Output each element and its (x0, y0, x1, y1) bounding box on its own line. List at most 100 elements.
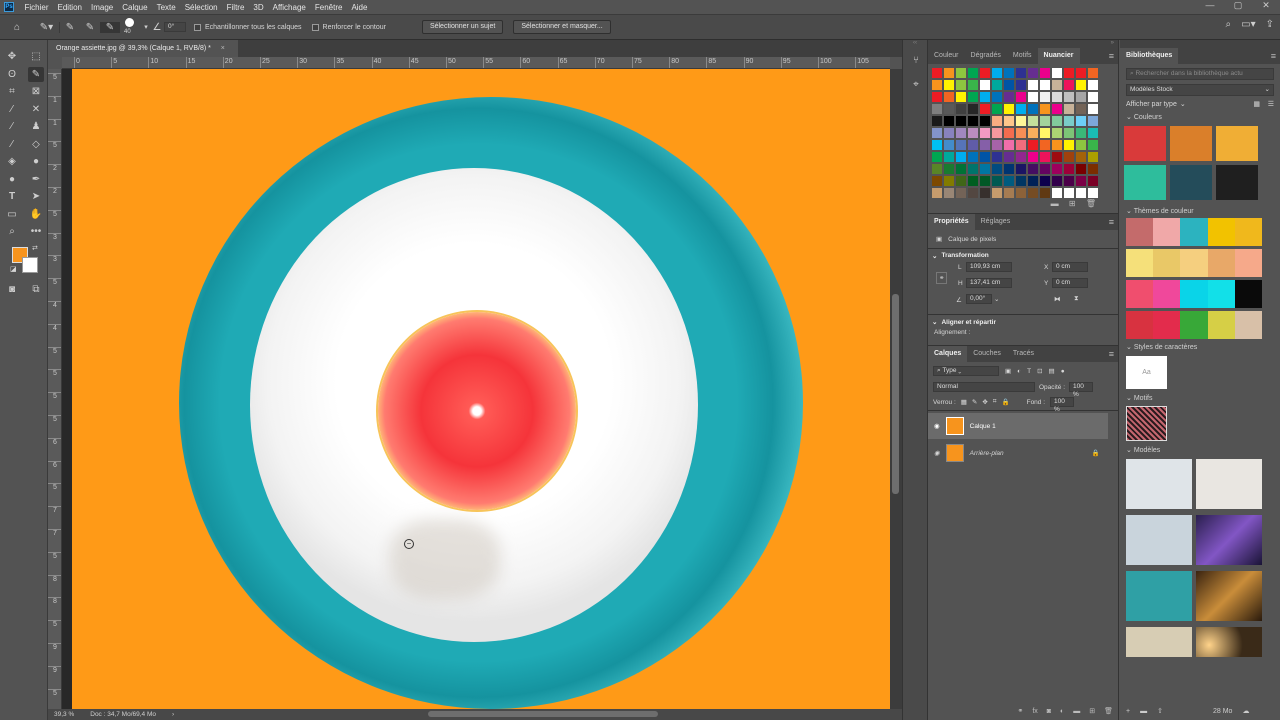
cloud-icon[interactable]: ☁ (1242, 707, 1249, 715)
swatch[interactable] (1004, 164, 1014, 174)
color-theme[interactable] (1126, 311, 1263, 339)
stamp-tool-icon[interactable]: ♟ (28, 119, 44, 134)
add-icon[interactable]: + (1126, 708, 1130, 715)
menu-fenetre[interactable]: Fenêtre (310, 3, 347, 12)
menu-fichier[interactable]: Fichier (20, 3, 53, 12)
swatch[interactable] (1040, 164, 1050, 174)
swatch[interactable] (1052, 104, 1062, 114)
swatch[interactable] (968, 68, 978, 78)
menu-calque[interactable]: Calque (118, 3, 152, 12)
swatch[interactable] (1064, 188, 1074, 198)
default-colors-icon[interactable]: ◪ (10, 265, 17, 273)
swatch[interactable] (932, 92, 942, 102)
swatch[interactable] (1064, 152, 1074, 162)
chevron-down-icon[interactable]: ⌄ (1180, 100, 1186, 108)
list-view-icon[interactable]: ☰ (1268, 100, 1274, 108)
swatch[interactable] (944, 164, 954, 174)
swatch[interactable] (944, 80, 954, 90)
mask-icon[interactable]: ◙ (1047, 708, 1051, 715)
collapse-icon[interactable]: ⌄ (932, 252, 937, 260)
tab-traces[interactable]: Tracés (1007, 346, 1040, 362)
swatch[interactable] (1028, 188, 1038, 198)
swatch[interactable] (956, 164, 966, 174)
link-icon[interactable]: ⚭ (936, 272, 948, 284)
template-thumbnail[interactable] (1196, 459, 1262, 509)
tab-couleur[interactable]: Couleur (928, 48, 965, 64)
swatch[interactable] (932, 164, 942, 174)
swatch[interactable] (1052, 164, 1062, 174)
width-field[interactable]: 109,93 cm (966, 262, 1012, 272)
swatch[interactable] (1016, 104, 1026, 114)
swatch[interactable] (968, 188, 978, 198)
marquee-tool-icon[interactable]: ⬚ (28, 49, 44, 64)
panel-menu-icon[interactable]: ≡ (1109, 48, 1114, 64)
tool-preset-icon[interactable]: ✎▾ (34, 21, 60, 33)
template-thumbnail[interactable] (1196, 515, 1262, 565)
swatch[interactable] (1052, 188, 1062, 198)
swatch[interactable] (1052, 116, 1062, 126)
hand-tool-icon[interactable]: ✋ (28, 207, 44, 222)
grid-view-icon[interactable]: ▦ (1253, 100, 1260, 108)
library-color-swatch[interactable] (1170, 126, 1212, 161)
swatch[interactable] (992, 80, 1002, 90)
template-thumbnail[interactable] (1126, 459, 1192, 509)
swatch[interactable] (932, 128, 942, 138)
swatch[interactable] (1028, 104, 1038, 114)
angle-field[interactable]: 0,00° (966, 294, 992, 304)
layer-row[interactable]: ◉ Calque 1 (928, 413, 1108, 439)
swatch[interactable] (1076, 128, 1086, 138)
swatch[interactable] (992, 140, 1002, 150)
swatch[interactable] (1016, 128, 1026, 138)
scroll-thumb[interactable] (892, 294, 899, 494)
swatch[interactable] (1004, 92, 1014, 102)
swatch[interactable] (944, 104, 954, 114)
menu-aide[interactable]: Aide (347, 3, 372, 12)
lock-position-icon[interactable]: ✥ (982, 398, 987, 406)
swatch[interactable] (1028, 152, 1038, 162)
swatch[interactable] (1064, 176, 1074, 186)
panel-menu-icon[interactable]: ≡ (1109, 346, 1114, 362)
swatch[interactable] (1076, 152, 1086, 162)
vertical-scrollbar[interactable] (890, 69, 902, 709)
layer-name[interactable]: Calque 1 (970, 423, 996, 430)
swatch[interactable] (980, 92, 990, 102)
select-and-mask-button[interactable]: Sélectionner et masquer... (513, 20, 611, 34)
eyedropper-tool-icon[interactable]: ⁄ (4, 102, 20, 117)
swatch[interactable] (968, 176, 978, 186)
swatch[interactable] (980, 152, 990, 162)
swatch[interactable] (1028, 80, 1038, 90)
menu-selection[interactable]: Sélection (180, 3, 222, 12)
history-panel-icon[interactable]: ⑂ (903, 48, 929, 72)
search-icon[interactable]: ⌕ (1226, 19, 1232, 30)
crop-tool-icon[interactable]: ⌗ (4, 84, 20, 99)
swatch[interactable] (1064, 92, 1074, 102)
swatch[interactable] (1064, 104, 1074, 114)
swatch[interactable] (1088, 80, 1098, 90)
swatch[interactable] (956, 92, 966, 102)
swatch[interactable] (1016, 176, 1026, 186)
swatch[interactable] (980, 116, 990, 126)
brush-size-picker[interactable]: 40 (120, 15, 142, 39)
swatch[interactable] (1088, 140, 1098, 150)
swatch[interactable] (932, 176, 942, 186)
swatch[interactable] (1052, 92, 1062, 102)
swatch[interactable] (944, 92, 954, 102)
swatch[interactable] (1052, 80, 1062, 90)
swatch[interactable] (1004, 80, 1014, 90)
swatch[interactable] (1088, 176, 1098, 186)
menu-image[interactable]: Image (86, 3, 117, 12)
library-color-swatch[interactable] (1170, 165, 1212, 200)
swatch[interactable] (944, 152, 954, 162)
color-theme[interactable] (1126, 249, 1263, 277)
horizontal-scrollbar[interactable] (428, 711, 658, 717)
swatch[interactable] (1004, 152, 1014, 162)
swatch[interactable] (1028, 68, 1038, 78)
swatch[interactable] (944, 68, 954, 78)
swatch[interactable] (992, 104, 1002, 114)
lasso-tool-icon[interactable]: ʘ (4, 67, 20, 82)
swap-colors-icon[interactable]: ⇄ (32, 244, 38, 252)
swatch[interactable] (992, 176, 1002, 186)
tab-nuancier[interactable]: Nuancier (1037, 48, 1080, 64)
swatch[interactable] (1004, 140, 1014, 150)
swatch[interactable] (980, 140, 990, 150)
